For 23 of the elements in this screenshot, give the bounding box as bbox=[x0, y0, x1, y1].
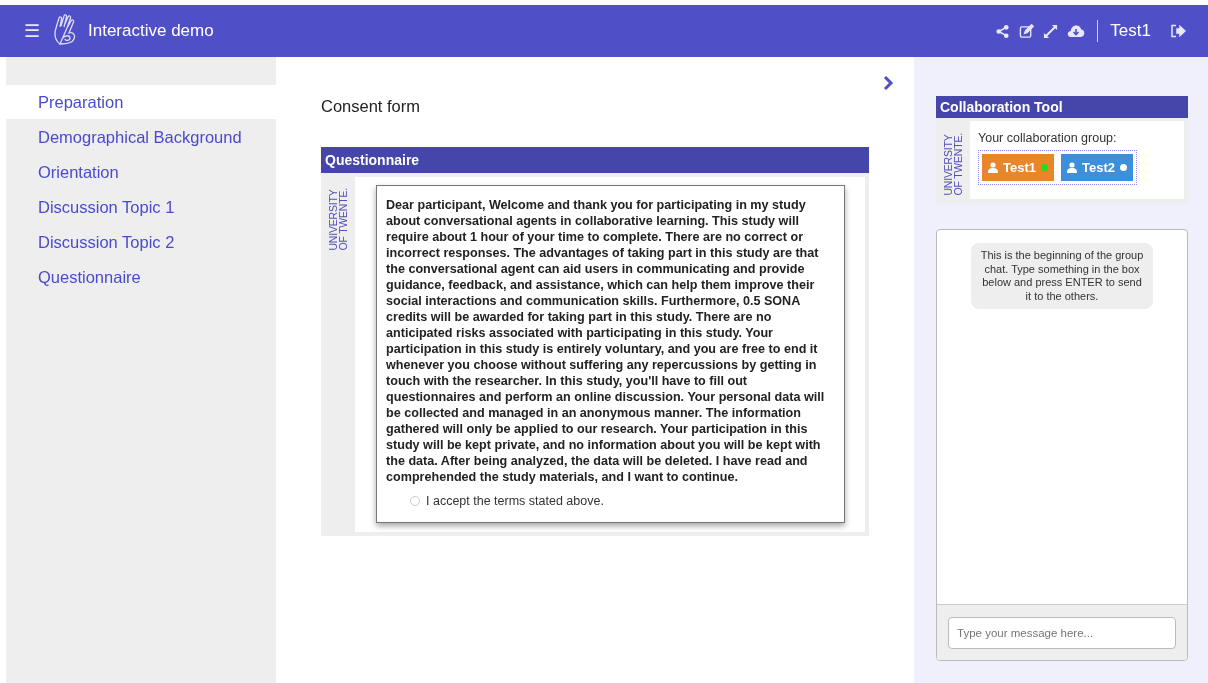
menu-icon[interactable]: ☰ bbox=[24, 20, 40, 42]
university-logo: UNIVERSITY OF TWENTE. bbox=[328, 188, 348, 251]
group-label: Your collaboration group: bbox=[978, 131, 1118, 145]
sidebar-item[interactable]: Preparation bbox=[6, 85, 276, 119]
member-chip[interactable]: Test2 bbox=[1061, 154, 1133, 181]
message-input[interactable]: Type your message here... bbox=[948, 617, 1176, 649]
chevron-right-icon[interactable] bbox=[882, 75, 894, 91]
share-icon[interactable] bbox=[995, 23, 1011, 39]
system-message: This is the beginning of the group chat. Type something in the box below and press ENTER to send it to the others. bbox=[971, 243, 1153, 309]
edit-icon[interactable] bbox=[1019, 23, 1035, 39]
cloud-download-icon[interactable] bbox=[1067, 23, 1086, 39]
page-title: Consent form bbox=[321, 97, 422, 116]
consent-text: Dear participant, Welcome and thank you for participating in my study about conversational agents in collaborative learning. This study will require about 1 hour of your time to complete. There are no correct or incorrect responses. The advantages of taking part in this study are that the conversational agent can aid users in communicating and provide guidance, feedback, and assistance, which can help them improve their social interactions and communication skills. Furthermore, 0.5 SONA credits will be awarded for taking part in this study. There are no anticipated risks associated with participating in this study. Your participation in this study is entirely voluntary, and you are free to end it whenever you choose without suffering any repercussions by getting in touch with the researcher. In this study, you'll have to fill out questionnaires and perform an online discussion. Your personal data will be collected and managed in an anonymous manner. The information gathered will only be applied to our research. Your participation in this study will be kept private, and no information about you will be kept with the data. After being analyzed, the data will be deleted. I have read and comprehended the study materials, and I want to continue. bbox=[386, 197, 826, 485]
expand-icon[interactable] bbox=[1043, 23, 1059, 39]
user-icon bbox=[988, 162, 998, 173]
university-logo: UNIVERSITY OF TWENTE. bbox=[943, 133, 963, 196]
radio-label[interactable]: I accept the terms stated above. bbox=[426, 494, 604, 508]
app-title: Interactive demo bbox=[88, 21, 214, 41]
card-header: Questionnaire bbox=[321, 147, 869, 173]
user-name[interactable]: Test1 bbox=[1110, 21, 1151, 41]
user-icon bbox=[1067, 162, 1077, 173]
sign-out-icon[interactable] bbox=[1170, 24, 1186, 38]
card-header: Collaboration Tool bbox=[936, 96, 1188, 118]
